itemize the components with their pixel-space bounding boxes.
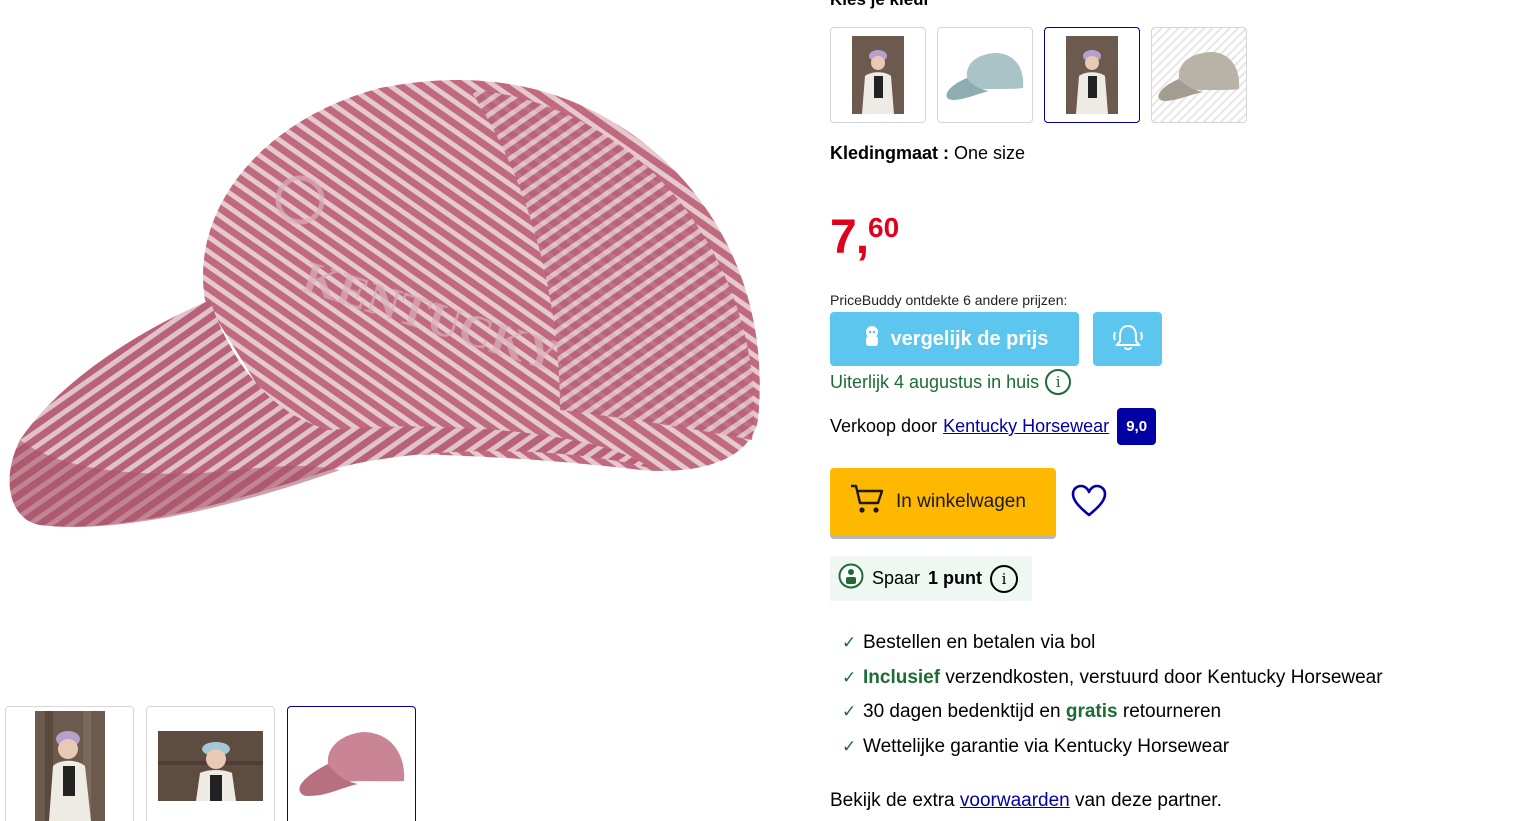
seller-prefix: Verkoop door [830, 416, 938, 436]
size-label: Kledingmaat : [830, 143, 950, 163]
size-row: Kledingmaat : One size [830, 143, 1025, 164]
price-alert-button[interactable] [1093, 312, 1162, 366]
bell-icon [1112, 322, 1144, 357]
usp-list: ✓ Bestellen en betalen via bol ✓ Inclusi… [842, 626, 1383, 764]
compare-price-label: vergelijk de prijs [890, 327, 1049, 350]
loyalty-points: Spaar 1 punt i [830, 556, 1032, 601]
thumbnail-woman-purple-cap[interactable] [5, 706, 134, 821]
price-whole: 7 [830, 211, 857, 264]
main-product-image[interactable]: KENTUCKY [0, 0, 770, 690]
size-value: One size [954, 143, 1026, 163]
color-swatches [830, 27, 1247, 123]
thumbnail-strip [5, 706, 416, 821]
usp-highlight: gratis [1065, 701, 1118, 723]
check-icon: ✓ [842, 633, 857, 653]
delivery-info: Uiterlijk 4 augustus in huis i [830, 369, 1072, 395]
delivery-text: Uiterlijk 4 augustus in huis [830, 371, 1040, 392]
add-to-cart-label: In winkelwagen [896, 491, 1026, 512]
usp-text: Bestellen en betalen via bol [863, 632, 1096, 654]
check-icon: ✓ [842, 667, 857, 687]
shopping-cart-icon [850, 483, 884, 521]
points-info-icon[interactable]: i [990, 564, 1019, 593]
usp-text: 30 dagen bedenktijd en [863, 701, 1066, 723]
usp-item: ✓ Wettelijke garantie via Kentucky Horse… [842, 730, 1383, 765]
usp-highlight: Inclusief [863, 666, 941, 688]
seller-row: Verkoop door Kentucky Horsewear 9,0 [830, 408, 1157, 445]
terms-link[interactable]: voorwaarden [960, 790, 1070, 811]
swatch-woman-purple-cap[interactable] [830, 27, 926, 123]
add-to-cart-button[interactable]: In winkelwagen [830, 468, 1056, 536]
pricebuddy-mascot-icon [861, 324, 883, 354]
points-badge-icon [838, 563, 864, 594]
price-separator: , [855, 211, 869, 264]
swatch-beige-cap-unavailable[interactable] [1151, 27, 1247, 123]
swatch-woman-purple-cap-selected[interactable] [1044, 27, 1140, 123]
check-icon: ✓ [842, 736, 857, 756]
compare-price-button[interactable]: vergelijk de prijs [830, 312, 1079, 366]
points-prefix: Spaar [872, 568, 921, 588]
color-heading: Kies je kleur [830, 0, 930, 10]
usp-item: ✓ Inclusief verzendkosten, verstuurd doo… [842, 661, 1383, 696]
wishlist-heart-icon[interactable] [1070, 484, 1108, 518]
usp-item: ✓ Bestellen en betalen via bol [842, 626, 1383, 661]
seller-rating-badge: 9,0 [1117, 408, 1157, 445]
price: 7,60 [830, 210, 899, 265]
terms-suffix: van deze partner. [1075, 790, 1222, 811]
partner-terms: Bekijk de extra voorwaarden van deze par… [830, 790, 1222, 812]
points-amount: 1 punt [928, 568, 983, 588]
swatch-light-blue-cap[interactable] [937, 27, 1033, 123]
terms-prefix: Bekijk de extra [830, 790, 955, 811]
delivery-info-icon[interactable]: i [1045, 369, 1072, 395]
thumbnail-pink-cap[interactable] [287, 706, 416, 821]
usp-text: Wettelijke garantie via Kentucky Horsewe… [863, 735, 1230, 757]
check-icon: ✓ [842, 702, 857, 722]
usp-text: verzendkosten, verstuurd door Kentucky H… [940, 666, 1383, 688]
pricebuddy-text: PriceBuddy ontdekte 6 andere prijzen: [830, 292, 1068, 308]
usp-item: ✓ 30 dagen bedenktijd en gratis retourne… [842, 695, 1383, 730]
thumbnail-woman-blue-cap[interactable] [146, 706, 275, 821]
seller-link[interactable]: Kentucky Horsewear [943, 416, 1109, 437]
price-cents: 60 [868, 212, 900, 243]
usp-text: retourneren [1117, 701, 1222, 723]
